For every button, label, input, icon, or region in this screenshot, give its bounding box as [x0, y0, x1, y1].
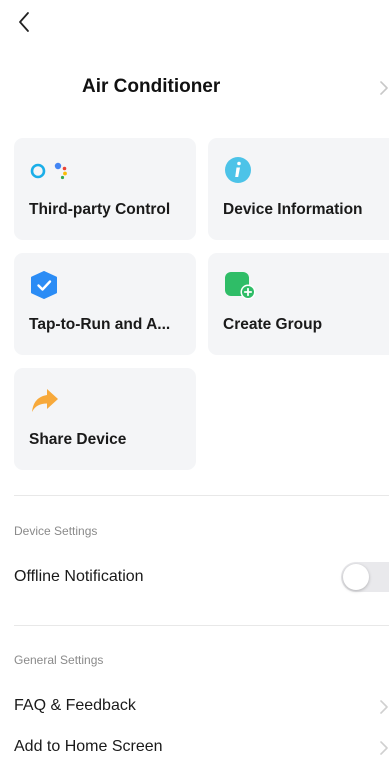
- tap-to-run-card[interactable]: Tap-to-Run and A...: [14, 253, 196, 355]
- offline-notification-toggle[interactable]: [341, 562, 389, 592]
- alexa-google-assistant-icon: [30, 162, 67, 180]
- faq-feedback-label: FAQ & Feedback: [14, 697, 136, 714]
- chevron-right-icon: [380, 741, 388, 755]
- card-label: Create Group: [223, 316, 323, 333]
- divider: [14, 495, 389, 496]
- create-group-icon: [225, 272, 256, 299]
- chevron-left-icon: [19, 12, 29, 32]
- automation-icon: [31, 271, 57, 299]
- create-group-card[interactable]: Create Group: [208, 253, 389, 355]
- offline-notification-label: Offline Notification: [14, 568, 144, 585]
- device-title-row[interactable]: Air Conditioner: [0, 72, 389, 104]
- section-header-device-settings: Device Settings: [14, 524, 98, 538]
- card-label: Share Device: [29, 431, 127, 448]
- chevron-right-icon: [380, 81, 388, 95]
- divider: [14, 625, 389, 626]
- card-label: Device Information: [223, 201, 363, 218]
- faq-feedback-row[interactable]: FAQ & Feedback: [0, 687, 389, 727]
- share-arrow-icon: [32, 389, 58, 412]
- offline-notification-row: Offline Notification: [0, 558, 389, 598]
- card-label: Third-party Control: [29, 201, 171, 218]
- device-information-card[interactable]: Device Information: [208, 138, 389, 240]
- toggle-knob: [343, 564, 369, 590]
- back-button[interactable]: [10, 8, 38, 36]
- add-to-home-screen-row[interactable]: Add to Home Screen: [0, 728, 389, 768]
- add-to-home-screen-label: Add to Home Screen: [14, 738, 163, 755]
- third-party-control-card[interactable]: Third-party Control: [14, 138, 196, 240]
- info-icon: [225, 157, 251, 183]
- card-label: Tap-to-Run and A...: [29, 316, 171, 333]
- share-device-card[interactable]: Share Device: [14, 368, 196, 470]
- section-header-general-settings: General Settings: [14, 653, 104, 667]
- chevron-right-icon: [380, 700, 388, 714]
- device-title: Air Conditioner: [82, 76, 221, 97]
